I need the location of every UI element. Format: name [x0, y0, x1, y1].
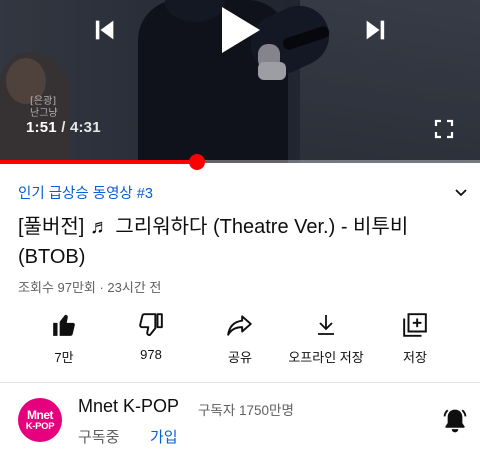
- video-burned-caption: [은광] 난그냥: [30, 96, 58, 119]
- video-duration: 4:31: [69, 119, 101, 136]
- video-title[interactable]: [풀버전] ♬ 그리워하다 (Theatre Ver.) - 비투비 (BTOB…: [18, 212, 438, 272]
- save-label: 저장: [403, 350, 427, 365]
- subscribed-status[interactable]: 구독중: [78, 426, 119, 447]
- bell-ringing-icon: [441, 407, 469, 435]
- notification-bell-button[interactable]: [440, 406, 470, 436]
- avatar-logo-line2: K-POP: [25, 420, 55, 432]
- time-separator: /: [56, 119, 70, 136]
- download-label: 오프라인 저장: [288, 350, 364, 365]
- progress-scrubber[interactable]: [188, 154, 205, 170]
- share-icon: [225, 310, 255, 340]
- dislike-count: 978: [140, 347, 162, 362]
- video-player[interactable]: [은광] 난그냥 1:51 / 4:31: [0, 0, 480, 163]
- download-icon: [311, 310, 341, 340]
- fullscreen-button[interactable]: [432, 117, 456, 141]
- play-icon: [218, 5, 262, 55]
- expand-description-button[interactable]: [450, 181, 472, 203]
- progress-fill: [0, 160, 197, 164]
- action-bar: 7만 978 공유 오프라인 저장 저장: [0, 310, 480, 372]
- like-count: 7만: [54, 350, 74, 365]
- channel-name[interactable]: Mnet K-POP: [78, 396, 179, 417]
- previous-video-button[interactable]: [86, 12, 122, 48]
- divider: [0, 382, 480, 383]
- next-video-button[interactable]: [358, 12, 394, 48]
- playlist-add-icon: [400, 310, 430, 340]
- skip-previous-icon: [90, 16, 118, 44]
- fullscreen-icon: [434, 119, 454, 139]
- share-button[interactable]: 공유: [216, 310, 264, 366]
- avatar-logo-line1: Mnet: [27, 407, 54, 422]
- trending-badge[interactable]: 인기 급상승 동영상 #3: [18, 182, 153, 203]
- chevron-down-icon: [453, 184, 469, 200]
- thumbs-up-icon: [49, 310, 79, 340]
- share-label: 공유: [228, 350, 252, 365]
- channel-avatar[interactable]: Mnet K-POP: [18, 398, 62, 442]
- join-button[interactable]: 가입: [150, 426, 178, 447]
- like-button[interactable]: 7만: [40, 310, 88, 366]
- playback-time: 1:51 / 4:31: [26, 119, 101, 136]
- dislike-button[interactable]: 978: [126, 310, 176, 362]
- play-button[interactable]: [214, 4, 266, 56]
- thumbs-down-icon: [136, 310, 166, 340]
- save-to-playlist-button[interactable]: 저장: [392, 310, 438, 366]
- download-button[interactable]: 오프라인 저장: [280, 310, 372, 366]
- progress-bar[interactable]: [0, 154, 480, 170]
- subscriber-count: 구독자 1750만명: [198, 403, 294, 418]
- video-meta: 조회수 97만회 · 23시간 전: [18, 280, 162, 295]
- current-time: 1:51: [26, 119, 57, 136]
- skip-next-icon: [362, 16, 390, 44]
